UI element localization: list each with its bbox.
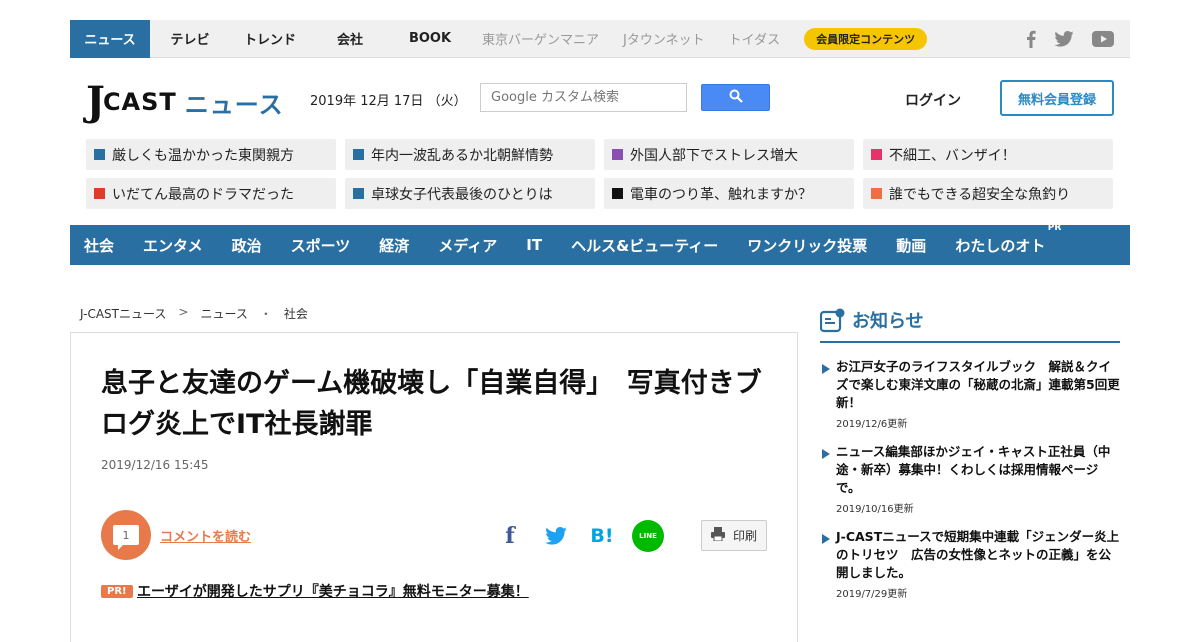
link-j-town-net[interactable]: Jタウンネット: [611, 20, 717, 58]
trending-topics: 厳しくも温かかった東関親方 年内一波乱あるか北朝鮮情勢 外国人部下でストレス増大…: [86, 139, 1114, 209]
register-button[interactable]: 無料会員登録: [1000, 80, 1114, 116]
tab-company[interactable]: 会社: [310, 20, 390, 58]
twitter-share-icon[interactable]: [541, 521, 571, 551]
category-media[interactable]: メディア: [438, 235, 497, 256]
topic-item[interactable]: 不細工、バンザイ！: [863, 139, 1113, 170]
notice-item[interactable]: J-CASTニュースで短期集中連載「ジェンダー炎上のトリセツ 広告の女性像とネッ…: [820, 528, 1120, 600]
comment-count: 1: [113, 525, 139, 550]
notice-text: J-CASTニュースで短期集中連載「ジェンダー炎上のトリセツ 広告の女性像とネッ…: [836, 529, 1120, 580]
topic-color-marker: [612, 149, 623, 160]
topic-item[interactable]: 外国人部下でストレス増大: [604, 139, 854, 170]
top-navigation-bar: ニュース テレビ トレンド 会社 BOOK 東京バーゲンマニア Jタウンネット …: [70, 19, 1130, 58]
category-video[interactable]: 動画: [896, 235, 926, 256]
hatena-bookmark-icon[interactable]: B!: [587, 521, 617, 551]
link-toidas[interactable]: トイダス: [717, 20, 792, 58]
topic-item[interactable]: 厳しくも温かかった東関親方: [86, 139, 336, 170]
twitter-icon[interactable]: [1054, 31, 1074, 47]
article-card: 息子と友達のゲーム機破壊し「自業自得」 写真付きブログ炎上でIT社長謝罪 201…: [70, 332, 798, 642]
category-sports[interactable]: スポーツ: [291, 235, 351, 256]
notices-title: お知らせ: [852, 311, 924, 332]
youtube-icon[interactable]: [1092, 31, 1114, 47]
topic-color-marker: [353, 149, 364, 160]
facebook-share-icon[interactable]: f: [495, 521, 525, 551]
topic-color-marker: [353, 188, 364, 199]
link-tokyo-bargain[interactable]: 東京バーゲンマニア: [470, 20, 611, 58]
category-one-click-vote[interactable]: ワンクリック投票: [747, 235, 867, 256]
topic-item[interactable]: 卓球女子代表最後のひとりは: [345, 178, 595, 209]
notice-date: 2019/10/16更新: [836, 504, 914, 515]
category-navigation: 社会 エンタメ 政治 スポーツ 経済 メディア IT ヘルス&ビューティー ワン…: [70, 223, 1130, 265]
facebook-icon[interactable]: [1026, 30, 1036, 48]
print-label: 印刷: [732, 529, 757, 543]
breadcrumb-society[interactable]: 社会: [284, 305, 308, 322]
current-date: 2019年 12月 17日 （火）: [310, 94, 467, 109]
breadcrumb-home[interactable]: J-CASTニュース: [80, 305, 166, 322]
notice-date: 2019/12/6更新: [836, 419, 908, 430]
topic-item[interactable]: 誰でもできる超安全な魚釣り: [863, 178, 1113, 209]
notice-item[interactable]: お江戸女子のライフスタイルブック 解説＆クイズで楽しむ東洋文庫の「秘蔵の北斎」連…: [820, 358, 1120, 430]
topic-color-marker: [94, 149, 105, 160]
notice-item[interactable]: ニュース編集部ほかジェイ・キャスト正社員（中途・新卒）募集中！くわしくは採用情報…: [820, 443, 1120, 515]
search-button[interactable]: [701, 84, 770, 111]
category-economy[interactable]: 経済: [379, 235, 409, 256]
tab-book[interactable]: BOOK: [390, 20, 470, 58]
topic-color-marker: [612, 188, 623, 199]
category-politics[interactable]: 政治: [232, 235, 262, 256]
breadcrumb: J-CASTニュース > ニュース ・ 社会: [80, 305, 308, 322]
breadcrumb-separator: >: [178, 305, 189, 319]
login-link[interactable]: ログイン: [905, 90, 961, 110]
line-share-icon[interactable]: LINE: [632, 520, 664, 552]
topic-item[interactable]: 年内一波乱あるか北朝鮮情勢: [345, 139, 595, 170]
notice-text: ニュース編集部ほかジェイ・キャスト正社員（中途・新卒）募集中！くわしくは採用情報…: [836, 444, 1111, 495]
topic-item[interactable]: 電車のつり革、触れますか？: [604, 178, 854, 209]
topic-item[interactable]: いだてん最高のドラマだった: [86, 178, 336, 209]
breadcrumb-separator: ・: [259, 307, 272, 321]
print-button[interactable]: 印刷: [701, 520, 767, 551]
site-logo[interactable]: J CAST ニュース: [86, 82, 284, 122]
notice-date: 2019/7/29更新: [836, 589, 908, 600]
topic-color-marker: [94, 188, 105, 199]
category-it[interactable]: IT: [526, 236, 542, 254]
topic-color-marker: [871, 149, 882, 160]
category-society[interactable]: 社会: [84, 235, 114, 256]
pr-badge: PR: [1047, 222, 1062, 233]
search-icon: [729, 89, 743, 106]
pr-badge: PR!: [101, 585, 133, 598]
social-links: [1026, 20, 1114, 58]
tab-tv[interactable]: テレビ: [150, 20, 230, 58]
member-content-button[interactable]: 会員限定コンテンツ: [804, 27, 928, 50]
category-watashi-no-oto[interactable]: わたしのオト PR: [955, 223, 1061, 256]
category-entertainment[interactable]: エンタメ: [143, 235, 203, 256]
article-publish-date: 2019/12/16 15:45: [101, 458, 209, 472]
search-input[interactable]: [480, 83, 687, 112]
breadcrumb-news[interactable]: ニュース: [200, 305, 247, 322]
article-title: 息子と友達のゲーム機破壊し「自業自得」 写真付きブログ炎上でIT社長謝罪: [101, 368, 762, 440]
read-comments-link[interactable]: コメントを読む: [160, 526, 251, 545]
tab-news[interactable]: ニュース: [70, 19, 150, 58]
notice-text: お江戸女子のライフスタイルブック 解説＆クイズで楽しむ東洋文庫の「秘蔵の北斎」連…: [836, 359, 1120, 410]
comment-icon[interactable]: 1: [101, 510, 151, 560]
pr-ad-link[interactable]: エーザイが開発したサプリ『美チョコラ』無料モニター募集！: [137, 581, 529, 601]
notice-icon: [819, 308, 845, 333]
printer-icon: [710, 527, 725, 544]
notices-list: お江戸女子のライフスタイルブック 解説＆クイズで楽しむ東洋文庫の「秘蔵の北斎」連…: [820, 358, 1120, 613]
logo-cast: CAST: [102, 88, 177, 116]
logo-news: ニュース: [184, 90, 284, 119]
topic-color-marker: [871, 188, 882, 199]
category-health-beauty[interactable]: ヘルス&ビューティー: [571, 235, 718, 256]
tab-trend[interactable]: トレンド: [230, 20, 310, 58]
notices-header: お知らせ: [819, 308, 1120, 343]
